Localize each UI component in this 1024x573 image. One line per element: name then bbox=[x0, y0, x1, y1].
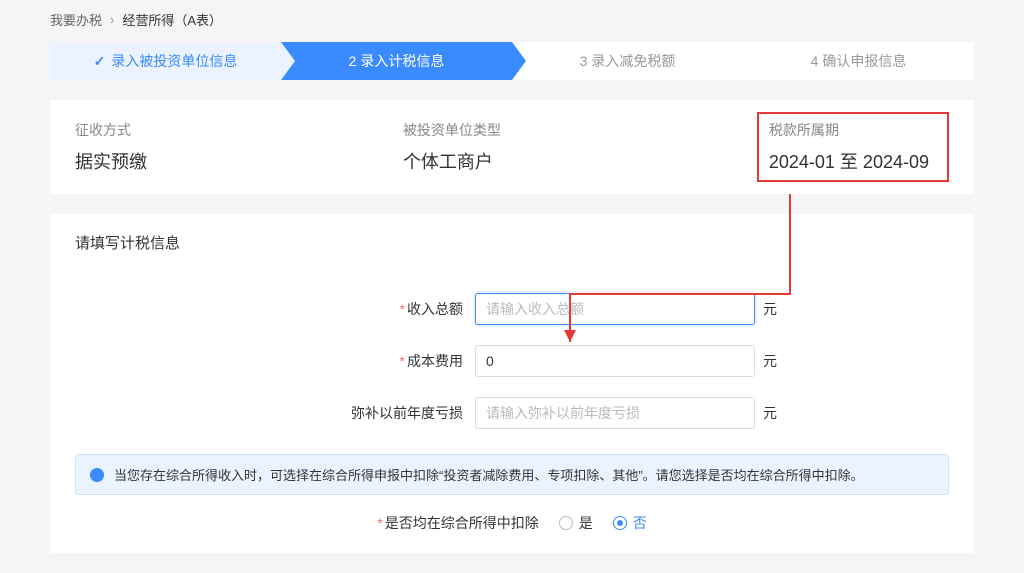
step-1-label: 录入被投资单位信息 bbox=[111, 51, 237, 71]
step-2-label: 2 录入计税信息 bbox=[349, 51, 445, 71]
section-title: 请填写计税信息 bbox=[75, 232, 949, 253]
step-4-label: 4 确认申报信息 bbox=[811, 51, 907, 71]
step-4[interactable]: 4 确认申报信息 bbox=[743, 42, 974, 80]
summary-unit-type: 被投资单位类型 个体工商户 bbox=[403, 120, 501, 174]
check-icon: ✓ bbox=[94, 53, 106, 70]
loss-unit: 元 bbox=[763, 403, 777, 423]
radio-no-text: 否 bbox=[633, 513, 647, 533]
step-2[interactable]: 2 录入计税信息 bbox=[281, 42, 512, 80]
deduct-label: *是否均在综合所得中扣除 bbox=[377, 513, 538, 533]
tax-info-card: 请填写计税信息 *收入总额 元 *成本费用 元 弥补以前年度亏损 元 当您存在综… bbox=[50, 214, 974, 553]
step-1[interactable]: ✓ 录入被投资单位信息 bbox=[50, 42, 281, 80]
summary-period-label: 税款所属期 bbox=[769, 120, 929, 140]
cost-unit: 元 bbox=[763, 351, 777, 371]
summary-unit-type-label: 被投资单位类型 bbox=[403, 120, 501, 140]
radio-circle-icon bbox=[559, 516, 573, 530]
radio-yes-text: 是 bbox=[579, 513, 593, 533]
income-unit: 元 bbox=[763, 299, 777, 319]
cost-label: *成本费用 bbox=[75, 351, 475, 371]
radio-no[interactable]: 否 bbox=[613, 513, 647, 533]
breadcrumb: 我要办税 › 经营所得（A表） bbox=[0, 0, 1024, 37]
alert-text: 当您存在综合所得收入时，可选择在综合所得申报中扣除“投资者减除费用、专项扣除、其… bbox=[114, 465, 864, 484]
summary-unit-type-value: 个体工商户 bbox=[403, 148, 501, 174]
summary-period-value: 2024-01 至 2024-09 bbox=[769, 148, 929, 174]
radio-circle-checked-icon bbox=[613, 516, 627, 530]
step-bar: ✓ 录入被投资单位信息 2 录入计税信息 3 录入减免税额 4 确认申报信息 bbox=[50, 42, 974, 80]
income-input[interactable] bbox=[475, 293, 755, 325]
summary-collection-method: 征收方式 据实预缴 bbox=[75, 120, 147, 174]
row-cost: *成本费用 元 bbox=[75, 345, 949, 377]
cost-input[interactable] bbox=[475, 345, 755, 377]
summary-method-value: 据实预缴 bbox=[75, 148, 147, 174]
row-loss: 弥补以前年度亏损 元 bbox=[75, 397, 949, 429]
step-3[interactable]: 3 录入减免税额 bbox=[512, 42, 743, 80]
breadcrumb-current: 经营所得（A表） bbox=[122, 10, 222, 29]
row-income: *收入总额 元 bbox=[75, 293, 949, 325]
loss-label: 弥补以前年度亏损 bbox=[75, 403, 475, 423]
summary-method-label: 征收方式 bbox=[75, 120, 147, 140]
summary-card: 征收方式 据实预缴 被投资单位类型 个体工商户 税款所属期 2024-01 至 … bbox=[50, 100, 974, 194]
deduct-radio-row: *是否均在综合所得中扣除 是 否 bbox=[75, 513, 949, 533]
info-icon bbox=[90, 468, 104, 482]
income-label: *收入总额 bbox=[75, 299, 475, 319]
breadcrumb-item-1[interactable]: 我要办税 bbox=[50, 10, 102, 29]
step-3-label: 3 录入减免税额 bbox=[580, 51, 676, 71]
breadcrumb-separator: › bbox=[110, 12, 114, 27]
info-alert: 当您存在综合所得收入时，可选择在综合所得申报中扣除“投资者减除费用、专项扣除、其… bbox=[75, 454, 949, 495]
loss-input[interactable] bbox=[475, 397, 755, 429]
radio-yes[interactable]: 是 bbox=[559, 513, 593, 533]
summary-tax-period: 税款所属期 2024-01 至 2024-09 bbox=[757, 112, 949, 182]
